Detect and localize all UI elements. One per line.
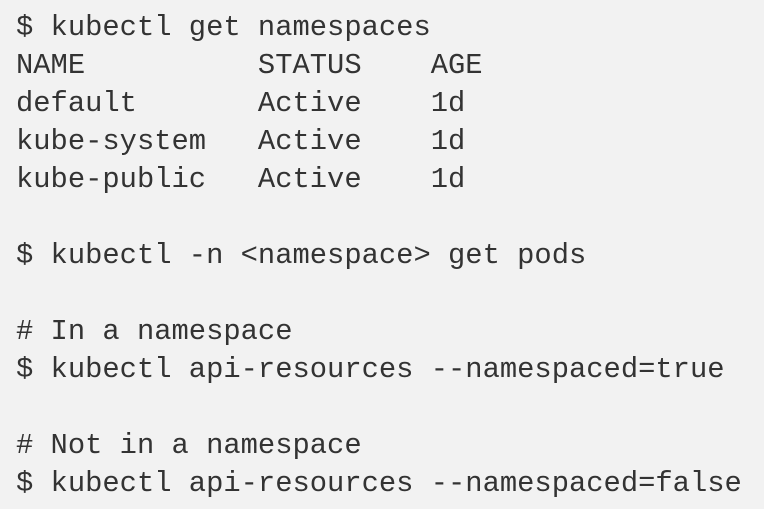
comment-line: # Not in a namespace <box>16 429 362 462</box>
table-row: kube-public Active 1d <box>16 163 466 196</box>
comment-line: # In a namespace <box>16 315 293 348</box>
command-line: $ kubectl -n <namespace> get pods <box>16 239 587 272</box>
code-block: $ kubectl get namespaces NAME STATUS AGE d… <box>0 0 764 503</box>
command-line: $ kubectl api-resources --namespaced=tru… <box>16 353 725 386</box>
table-row: default Active 1d <box>16 87 466 120</box>
command-line: $ kubectl api-resources --namespaced=fal… <box>16 467 742 500</box>
table-header: NAME STATUS AGE <box>16 49 483 82</box>
table-row: kube-system Active 1d <box>16 125 466 158</box>
command-line: $ kubectl get namespaces <box>16 11 431 44</box>
